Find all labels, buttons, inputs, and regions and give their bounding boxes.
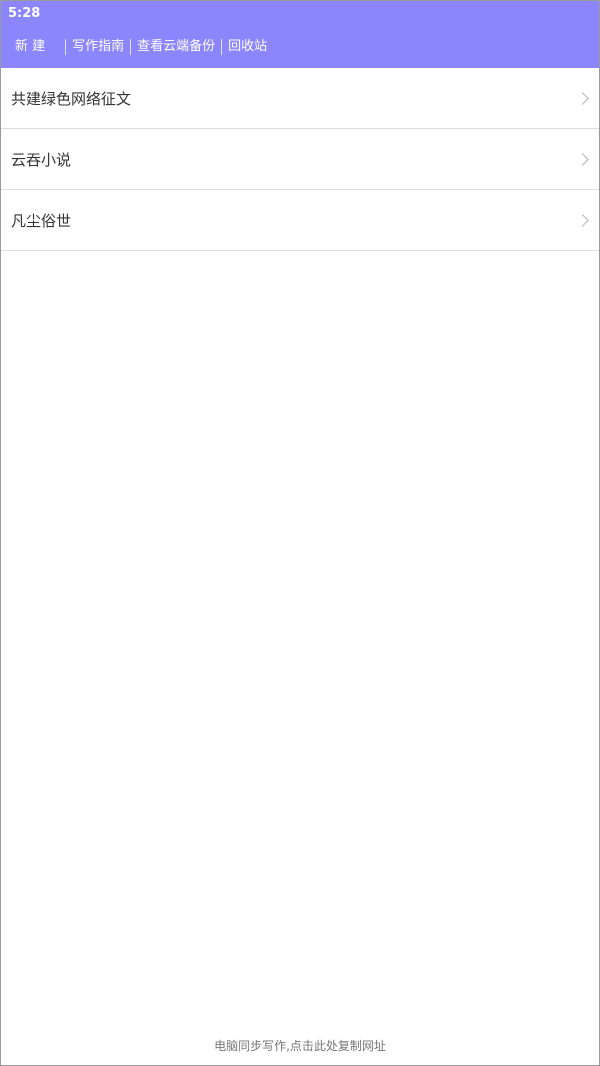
list-item-title: 云吞小说 [11, 150, 72, 169]
sync-url-link[interactable]: 电脑同步写作,点击此处复制网址 [1, 1037, 599, 1054]
list-item[interactable]: 共建绿色网络征文 [1, 68, 599, 129]
list-item[interactable]: 云吞小说 [1, 129, 599, 190]
new-button[interactable]: 新 建 [15, 38, 45, 56]
chevron-right-icon [576, 213, 589, 227]
toolbar-divider [221, 39, 223, 55]
recycle-bin-button[interactable]: 回收站 [228, 38, 267, 56]
status-time: 5:28 [8, 6, 41, 21]
status-bar: 5:28 [1, 1, 599, 26]
book-list: 共建绿色网络征文 云吞小说 凡尘俗世 [1, 68, 599, 251]
list-item-title: 凡尘俗世 [11, 211, 72, 230]
chevron-right-icon [576, 152, 589, 166]
toolbar-divider [130, 39, 132, 55]
writing-guide-button[interactable]: 写作指南 [72, 38, 124, 56]
list-item[interactable]: 凡尘俗世 [1, 190, 599, 251]
chevron-right-icon [576, 91, 589, 105]
top-toolbar: 新 建 写作指南 查看云端备份 回收站 [1, 26, 599, 68]
toolbar-divider [65, 39, 67, 55]
list-item-title: 共建绿色网络征文 [11, 89, 132, 108]
cloud-backup-button[interactable]: 查看云端备份 [137, 38, 215, 56]
